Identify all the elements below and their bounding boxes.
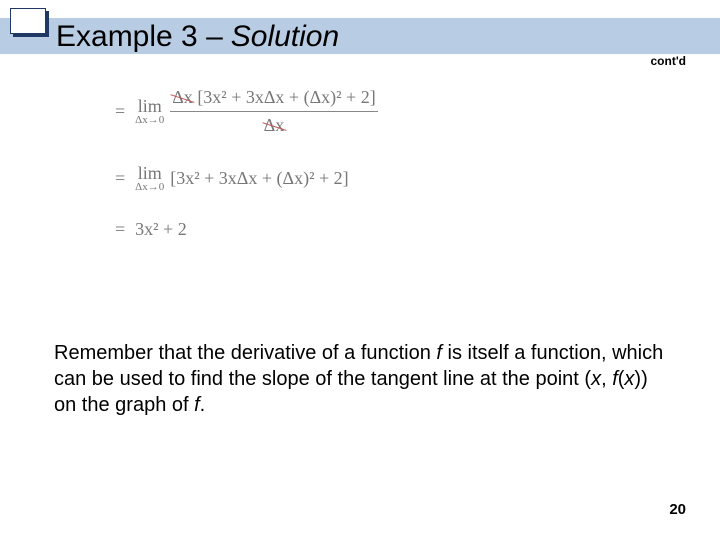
cancelled-delta-x: Δx xyxy=(264,114,285,137)
equals-sign: = xyxy=(115,219,125,240)
page-number: 20 xyxy=(669,501,686,518)
limit-operator: lim Δx→0 xyxy=(135,164,164,193)
title-solution: Solution xyxy=(231,20,339,54)
slide-title: Example 3 – Solution xyxy=(56,20,339,54)
continued-label: cont'd xyxy=(650,54,686,68)
numerator: Δx [3x² + 3xΔx + (Δx)² + 2] xyxy=(170,86,377,109)
equals-sign: = xyxy=(115,101,125,122)
denominator: Δx xyxy=(262,114,287,137)
cancelled-delta-x: Δx xyxy=(172,86,193,109)
fraction-bar xyxy=(170,111,377,112)
fraction: Δx [3x² + 3xΔx + (Δx)² + 2] Δx xyxy=(170,86,377,138)
corner-tab xyxy=(10,8,46,34)
bracket-expression: [3x² + 3xΔx + (Δx)² + 2] xyxy=(170,168,348,189)
title-prefix: Example 3 – xyxy=(56,20,223,54)
result-expression: 3x² + 2 xyxy=(135,219,187,240)
limit-operator: lim Δx→0 xyxy=(135,97,164,126)
equals-sign: = xyxy=(115,168,125,189)
math-derivation: = lim Δx→0 Δx [3x² + 3xΔx + (Δx)² + 2] Δ… xyxy=(115,86,378,266)
equation-line-2: = lim Δx→0 [3x² + 3xΔx + (Δx)² + 2] xyxy=(115,164,378,193)
equation-line-1: = lim Δx→0 Δx [3x² + 3xΔx + (Δx)² + 2] Δ… xyxy=(115,86,378,138)
equation-line-3: = 3x² + 2 xyxy=(115,219,378,240)
explanation-paragraph: Remember that the derivative of a functi… xyxy=(54,340,666,418)
